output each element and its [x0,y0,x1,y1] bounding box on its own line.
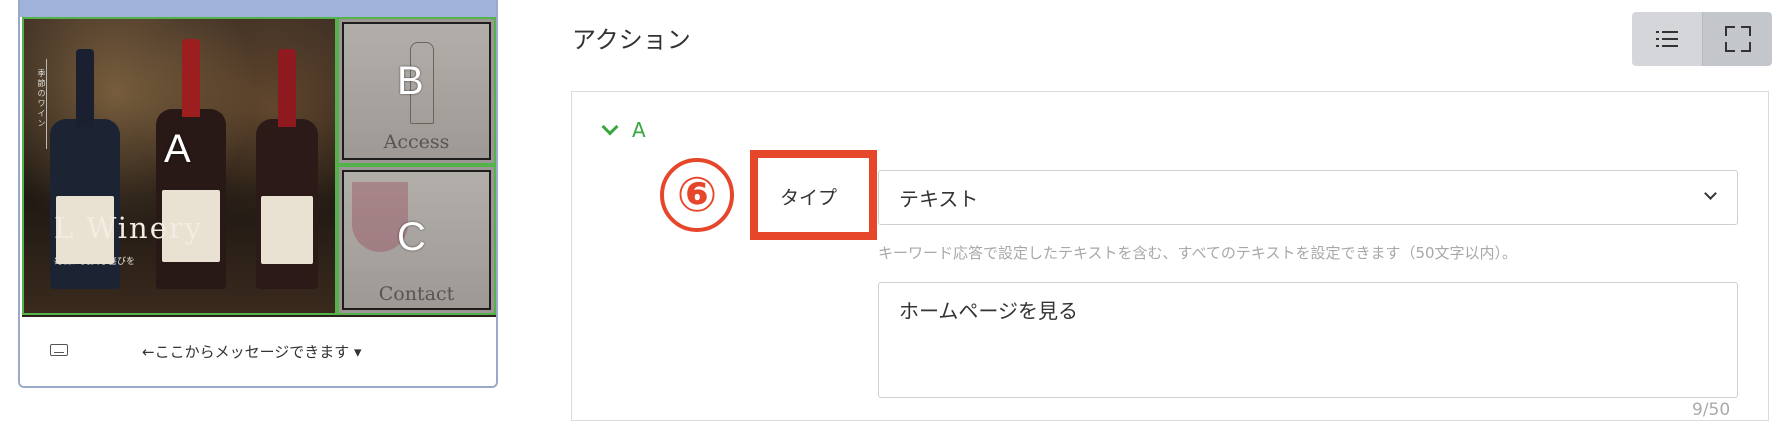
chat-bar[interactable]: ←ここからメッセージできます ▾ [20,317,496,386]
wine-bottle-image [256,49,318,289]
brand-name: L Winery [54,211,204,245]
area-b-caption: Access [383,131,450,153]
richmenu-area-a[interactable]: 季節のワイン L Winery 毎日に贅沢な喜びを A [22,17,337,315]
type-select[interactable]: テキスト [878,170,1738,225]
area-a-collapse-toggle[interactable]: A [601,118,646,142]
richmenu-area-b[interactable]: B Access [337,17,496,165]
area-b-letter: B [397,59,424,103]
type-help-text: キーワード応答で設定したテキストを含む、すべてのテキストを設定できます（50文字… [878,244,1518,262]
richmenu-area-c[interactable]: C Contact [337,165,496,315]
type-label: タイプ [780,187,838,209]
chevron-down-icon [601,118,619,136]
chevron-down-icon [1704,187,1717,200]
keyboard-icon[interactable] [50,344,68,356]
step-number-marker: ⑥ [660,158,734,232]
area-c-caption: Contact [378,283,455,305]
brand-tagline: 毎日に贅沢な喜びを [54,257,136,267]
view-toggle [1632,12,1772,66]
vertical-caption: 季節のワイン [37,69,46,129]
expand-icon [1724,26,1751,52]
expand-view-button[interactable] [1702,12,1772,66]
action-text-input[interactable]: ホームページを見る [878,282,1738,398]
area-label: A [632,118,646,142]
area-c-letter: C [397,215,426,259]
section-title: アクション [572,26,691,54]
list-view-button[interactable] [1632,12,1702,66]
richmenu-preview: 季節のワイン L Winery 毎日に贅沢な喜びを A B Access C C… [18,0,498,388]
type-select-value: テキスト [899,187,979,211]
richmenu-image: 季節のワイン L Winery 毎日に贅沢な喜びを A B Access C C… [22,17,496,317]
list-icon [1656,30,1678,48]
character-counter: 9/50 [1692,400,1731,420]
chatbar-menu-label[interactable]: ←ここからメッセージできます ▾ [142,341,362,362]
preview-header-bar [20,0,496,17]
area-a-letter: A [164,127,191,171]
